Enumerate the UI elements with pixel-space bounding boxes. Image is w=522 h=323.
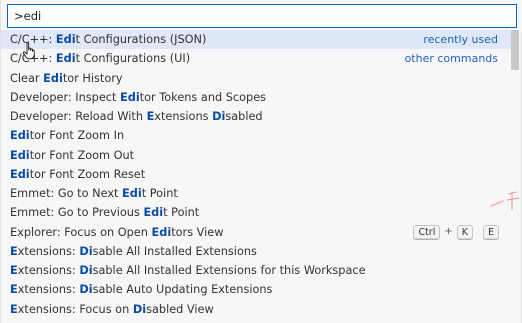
scrollbar-thumb[interactable] [511, 30, 519, 70]
command-item[interactable]: Extensions: Disable All Installed Extens… [1, 261, 513, 280]
match-highlight: Edi [122, 187, 142, 200]
label-text: t Configurations (JSON) [75, 33, 207, 46]
match-highlight: Edi [55, 33, 76, 46]
match-highlight: Edi [10, 167, 30, 181]
label-text: sable Auto Updating Extensions [92, 283, 273, 297]
command-item[interactable]: Extensions: Focus on Disabled View [1, 300, 513, 319]
keybinding: Ctrl + K E [413, 223, 499, 242]
command-item[interactable]: Emmet: Go to Previous Edit Point [1, 203, 513, 222]
match-highlight: Edi [120, 90, 140, 104]
match-highlight: Edi [10, 129, 30, 143]
key-cap: K [456, 224, 473, 240]
command-label: Extensions: Disable Auto Updating Extens… [10, 283, 272, 296]
command-label: C/C++: Edit Configurations (JSON) [10, 33, 206, 46]
command-label: Editor Font Zoom In [10, 129, 124, 142]
label-text: Developer: Inspect [10, 90, 121, 104]
label-text: tor History [62, 71, 123, 85]
command-item[interactable]: Developer: Reload With Extensions Disabl… [1, 107, 513, 126]
command-label: Extensions: Disable All Installed Extens… [10, 264, 366, 277]
label-text: sable All Installed Extensions for this … [92, 264, 366, 277]
match-highlight: E [10, 283, 18, 297]
command-label: Developer: Inspect Editor Tokens and Sco… [10, 91, 266, 104]
hand-cursor-icon [22, 42, 35, 60]
command-item[interactable]: Developer: Inspect Editor Tokens and Sco… [1, 88, 513, 107]
command-item[interactable]: Extensions: Disable All Installed Extens… [1, 242, 513, 261]
command-item[interactable]: C/C++: Edit Configurations (UI) other com… [1, 49, 513, 68]
command-group-label: recently used [423, 33, 498, 46]
label-text: t Configurations (UI) [75, 52, 191, 66]
match-highlight: Di [79, 264, 93, 277]
command-item[interactable]: Editor Font Zoom Out [1, 146, 513, 165]
match-highlight: Edi [43, 71, 63, 85]
match-highlight: Di [212, 110, 226, 123]
label-text: sabled View [146, 302, 214, 316]
command-item[interactable]: Editor Font Zoom In [1, 126, 513, 145]
label-text: tor Tokens and Scopes [139, 90, 267, 104]
match-highlight: Edi [55, 52, 76, 66]
command-label: Emmet: Go to Next Edit Point [10, 187, 178, 200]
search-box [1, 0, 522, 32]
label-text: xtensions: [17, 264, 80, 277]
label-text: Emmet: Go to Next [10, 187, 123, 200]
command-label: Extensions: Disable All Installed Extens… [10, 245, 257, 258]
match-highlight: Edi [151, 225, 172, 239]
command-item[interactable]: Editor Font Zoom Reset [1, 165, 513, 184]
label-text: Developer: Reload With [10, 110, 147, 123]
command-label: Developer: Reload With Extensions Disabl… [10, 110, 263, 123]
command-item[interactable]: Extensions: Disable Auto Updating Extens… [1, 280, 513, 299]
label-text: Clear [10, 71, 44, 85]
label-text: xtensions [154, 110, 213, 123]
label-text: sable All Installed Extensions [92, 244, 257, 258]
command-palette: C/C++: Edit Configurations (JSON) recentl… [0, 0, 522, 323]
match-highlight: E [10, 302, 18, 316]
command-item[interactable]: Explorer: Focus on Open Editors View Ctrl… [1, 223, 513, 242]
command-item[interactable]: C/C++: Edit Configurations (JSON) recentl… [1, 30, 513, 50]
label-text: t Point [141, 187, 178, 200]
label-text: Explorer: Focus on Open [10, 225, 152, 239]
match-highlight: Di [79, 244, 93, 258]
label-text: tors View [171, 225, 224, 239]
key-cap: E [482, 224, 499, 240]
label-text: xtensions: [17, 283, 80, 297]
key-separator: + [444, 226, 453, 238]
command-label: Extensions: Focus on Disabled View [10, 303, 214, 316]
match-highlight: Di [79, 283, 93, 297]
command-label: Explorer: Focus on Open Editors View [10, 226, 223, 239]
command-search-input[interactable] [7, 4, 517, 28]
label-text: tor Font Zoom In [29, 129, 125, 143]
command-label: Editor Font Zoom Out [10, 149, 134, 162]
command-label: C/C++: Edit Configurations (UI) [10, 52, 190, 65]
label-text: sabled [225, 110, 263, 123]
match-highlight: E [10, 264, 18, 277]
match-highlight: Di [132, 302, 147, 316]
match-highlight: E [10, 244, 18, 258]
label-text: tor Font Zoom Out [29, 148, 135, 162]
key-cap: Ctrl [413, 224, 441, 240]
red-annotation-mark [490, 191, 520, 211]
command-label: Clear Editor History [10, 72, 123, 85]
label-text: Emmet: Go to Previous [10, 206, 144, 220]
command-group-label: other commands [404, 52, 498, 66]
command-label: Emmet: Go to Previous Edit Point [10, 206, 199, 219]
command-item[interactable]: Clear Editor History [1, 69, 513, 88]
label-text: xtensions: Focus on [17, 302, 133, 316]
match-highlight: Edi [143, 206, 164, 220]
label-text: t Point [163, 206, 200, 220]
label-text: tor Font Zoom Reset [29, 167, 146, 181]
command-item[interactable]: Emmet: Go to Next Edit Point [1, 184, 513, 203]
match-highlight: Edi [10, 148, 30, 162]
label-text: xtensions: [17, 244, 80, 258]
command-label: Editor Font Zoom Reset [10, 168, 145, 181]
command-list: C/C++: Edit Configurations (JSON) recentl… [1, 30, 513, 323]
